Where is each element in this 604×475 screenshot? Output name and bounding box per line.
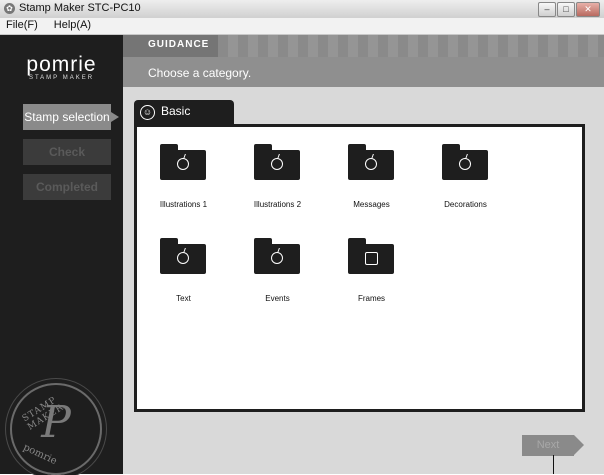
apple-icon <box>365 158 377 170</box>
folder-icon <box>254 150 300 180</box>
category-label: Illustrations 2 <box>253 200 302 209</box>
category-panel: Illustrations 1 Illustrations 2 Messages… <box>134 124 585 412</box>
category-folder-illustrations-1[interactable]: Illustrations 1 <box>137 144 230 234</box>
menu-bar: File(F) Help(A) <box>0 18 604 35</box>
window-title: Stamp Maker STC-PC10 <box>19 2 141 14</box>
tab-basic[interactable]: ☺ Basic <box>134 100 234 124</box>
menu-help[interactable]: Help(A) <box>46 18 99 34</box>
step-check[interactable]: Check <box>23 139 111 165</box>
stamp-maker-seal: STAMP MAKER P pomrie <box>10 383 102 475</box>
guidance-label: GUIDANCE <box>148 39 210 50</box>
logo-subtitle: STAMP MAKER <box>28 75 95 81</box>
title-bar[interactable]: ✿ Stamp Maker STC-PC10 – □ ✕ <box>0 0 604 19</box>
guidance-pattern <box>218 35 604 57</box>
smiley-icon: ☺ <box>140 105 155 120</box>
category-folder-illustrations-2[interactable]: Illustrations 2 <box>231 144 324 234</box>
guidance-tab: GUIDANCE <box>123 35 218 57</box>
guidance-message: Choose a category. <box>148 66 252 80</box>
apple-icon <box>177 158 189 170</box>
callout-line <box>553 455 554 474</box>
apple-icon <box>459 158 471 170</box>
category-label: Text <box>176 294 191 303</box>
pomrie-logo: pomrie STAMP MAKER <box>0 53 123 81</box>
logo-text: pomrie <box>26 53 97 76</box>
category-folder-messages[interactable]: Messages <box>325 144 418 234</box>
frame-icon <box>365 252 378 265</box>
step-completed[interactable]: Completed <box>23 174 111 200</box>
maximize-button[interactable]: □ <box>557 2 575 17</box>
category-label: Decorations <box>444 200 487 209</box>
app-icon: ✿ <box>4 3 15 14</box>
step-stamp-selection[interactable]: Stamp selection <box>23 104 119 130</box>
category-label: Frames <box>357 294 386 303</box>
menu-file[interactable]: File(F) <box>0 18 46 34</box>
category-label: Illustrations 1 <box>159 200 208 209</box>
apple-icon <box>177 252 189 264</box>
main-area: ☺ Basic Illustrations 1 Illustrations 2 … <box>123 87 604 474</box>
window-controls: – □ ✕ <box>538 2 600 17</box>
minimize-button[interactable]: – <box>538 2 556 17</box>
tab-basic-label: Basic <box>161 104 191 118</box>
close-button[interactable]: ✕ <box>576 2 600 17</box>
sidebar: pomrie STAMP MAKER Stamp selection Check… <box>0 35 123 475</box>
apple-icon <box>271 158 283 170</box>
category-folder-decorations[interactable]: Decorations <box>419 144 512 234</box>
folder-icon <box>442 150 488 180</box>
guidance-header: GUIDANCE Choose a category. <box>123 35 604 87</box>
category-folder-text[interactable]: Text <box>137 238 230 328</box>
folder-icon <box>160 244 206 274</box>
folder-icon <box>348 150 394 180</box>
folder-icon <box>348 244 394 274</box>
next-button[interactable]: Next <box>522 435 584 456</box>
folder-icon <box>160 150 206 180</box>
apple-icon <box>271 252 283 264</box>
category-folder-events[interactable]: Events <box>231 238 324 328</box>
category-label: Messages <box>353 200 390 209</box>
seal-letter: P <box>41 397 71 448</box>
category-folder-frames[interactable]: Frames <box>325 238 418 328</box>
folder-icon <box>254 244 300 274</box>
category-label: Events <box>265 294 290 303</box>
